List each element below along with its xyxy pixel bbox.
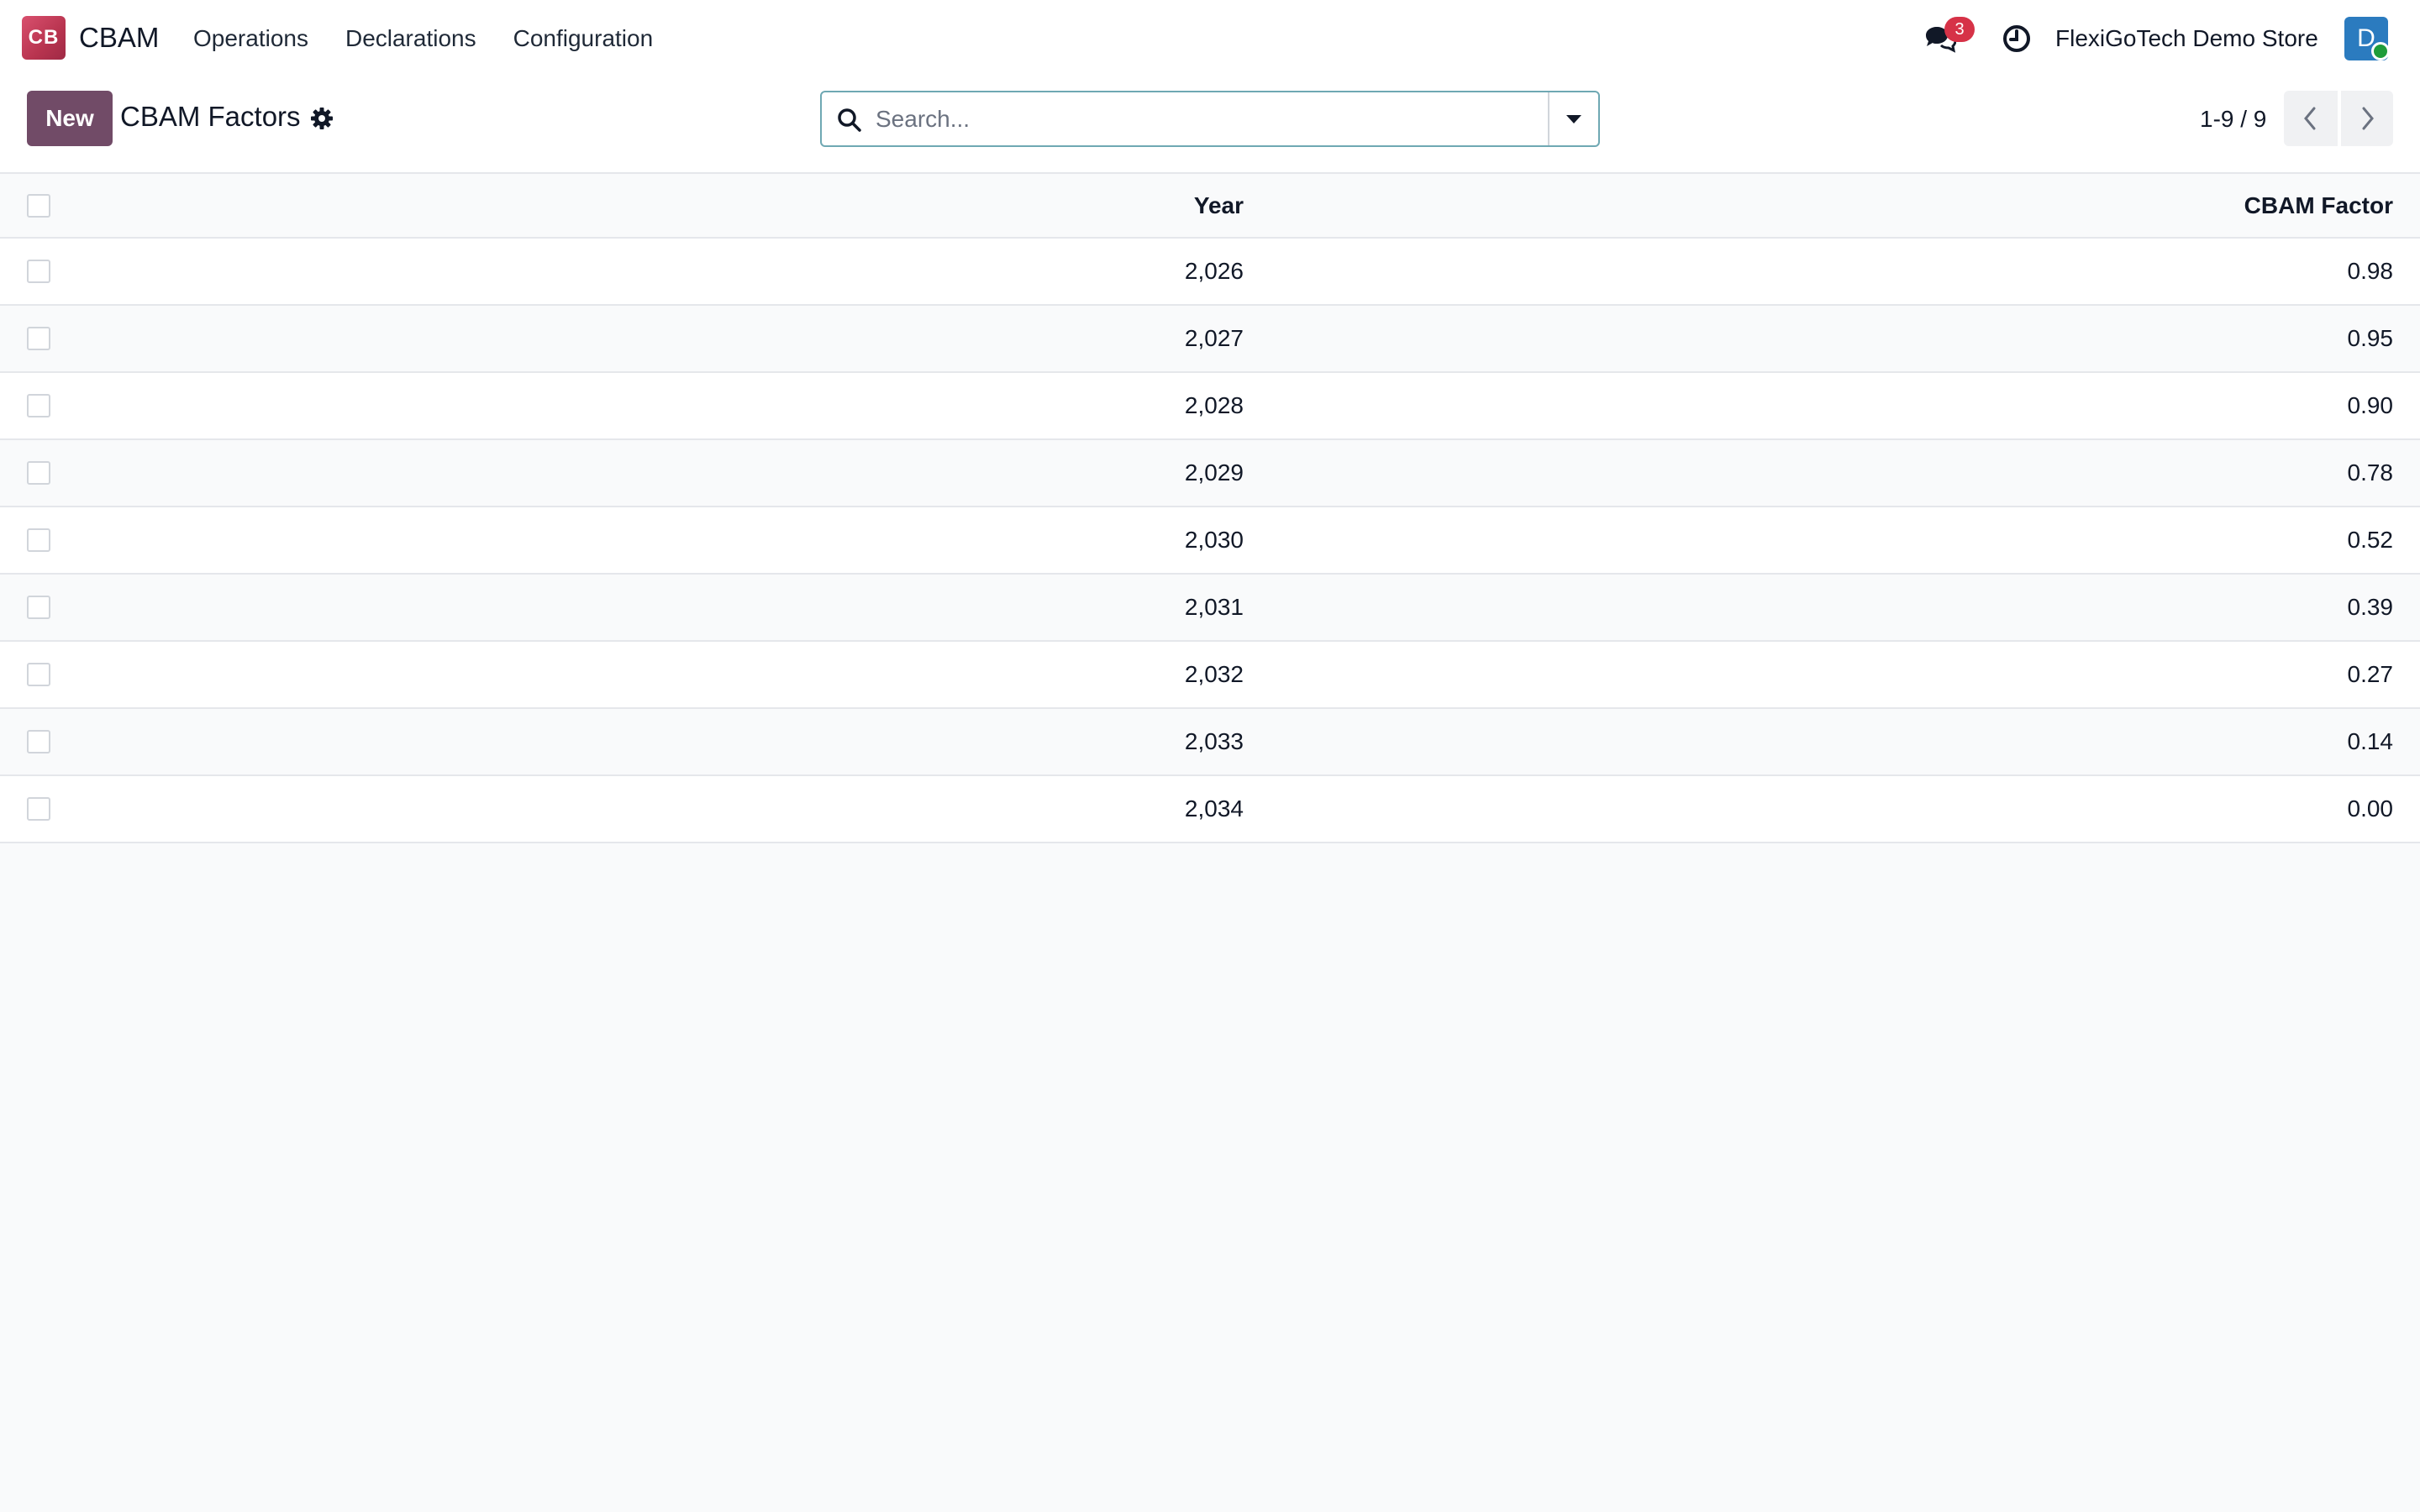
row-select-cell — [0, 708, 77, 776]
cbam-factor-cell[interactable]: 0.14 — [1244, 708, 2420, 776]
cbam-factor-cell[interactable]: 0.52 — [1244, 507, 2420, 575]
table-row[interactable]: 2,034 0.00 — [0, 775, 2420, 843]
cbam-factor-cell[interactable]: 0.95 — [1244, 305, 2420, 373]
year-cell[interactable]: 2,029 — [77, 439, 1244, 507]
search-bar — [820, 91, 1600, 147]
cbam-factor-cell[interactable]: 0.98 — [1244, 238, 2420, 306]
app-logo[interactable]: CB — [22, 16, 66, 60]
table-row[interactable]: 2,030 0.52 — [0, 507, 2420, 575]
row-checkbox[interactable] — [27, 327, 50, 350]
column-header-cbam-factor[interactable]: CBAM Factor — [1244, 174, 2420, 239]
page-title: CBAM Factors — [120, 101, 301, 132]
company-switcher[interactable]: FlexiGoTech Demo Store — [2055, 25, 2318, 52]
row-checkbox[interactable] — [27, 394, 50, 417]
cbam-factor-cell[interactable]: 0.90 — [1244, 372, 2420, 440]
year-cell[interactable]: 2,034 — [77, 775, 1244, 843]
gear-icon[interactable] — [309, 106, 334, 131]
main-menu: Operations Declarations Configuration — [193, 25, 690, 52]
table-header-row: Year CBAM Factor — [0, 174, 2420, 239]
menu-item-configuration[interactable]: Configuration — [513, 25, 654, 52]
new-button[interactable]: New — [27, 91, 113, 146]
messages-count-badge: 3 — [1944, 17, 1975, 42]
row-select-cell — [0, 641, 77, 709]
row-checkbox[interactable] — [27, 461, 50, 485]
year-cell[interactable]: 2,033 — [77, 708, 1244, 776]
menu-item-operations[interactable]: Operations — [193, 25, 308, 52]
year-cell[interactable]: 2,026 — [77, 238, 1244, 306]
select-all-cell — [0, 174, 77, 239]
row-select-cell — [0, 775, 77, 843]
row-select-cell — [0, 238, 77, 306]
pager-value[interactable]: 1-9 / 9 — [2200, 106, 2266, 133]
table-row[interactable]: 2,027 0.95 — [0, 305, 2420, 373]
row-checkbox[interactable] — [27, 528, 50, 552]
cbam-factor-cell[interactable]: 0.00 — [1244, 775, 2420, 843]
caret-down-icon — [1566, 114, 1581, 123]
table-row[interactable]: 2,033 0.14 — [0, 708, 2420, 776]
row-checkbox[interactable] — [27, 797, 50, 821]
app-name[interactable]: CBAM — [79, 22, 159, 54]
control-panel: New CBAM Factors 1-9 / 9 — [0, 77, 2420, 174]
row-checkbox[interactable] — [27, 596, 50, 619]
search-icon — [838, 108, 861, 132]
online-status-dot — [2371, 42, 2390, 60]
cbam-factor-cell[interactable]: 0.78 — [1244, 439, 2420, 507]
row-checkbox[interactable] — [27, 663, 50, 686]
select-all-checkbox[interactable] — [27, 193, 50, 218]
row-checkbox[interactable] — [27, 730, 50, 753]
table-row[interactable]: 2,032 0.27 — [0, 641, 2420, 709]
year-cell[interactable]: 2,032 — [77, 641, 1244, 709]
year-cell[interactable]: 2,028 — [77, 372, 1244, 440]
column-header-year[interactable]: Year — [77, 174, 1244, 239]
search-input[interactable] — [876, 99, 1523, 139]
search-options-toggle[interactable] — [1548, 92, 1598, 145]
chevron-right-icon — [2362, 107, 2374, 130]
year-cell[interactable]: 2,027 — [77, 305, 1244, 373]
row-select-cell — [0, 439, 77, 507]
row-checkbox[interactable] — [27, 260, 50, 283]
row-select-cell — [0, 305, 77, 373]
year-cell[interactable]: 2,030 — [77, 507, 1244, 575]
row-select-cell — [0, 507, 77, 575]
menu-item-declarations[interactable]: Declarations — [345, 25, 476, 52]
table-row[interactable]: 2,026 0.98 — [0, 238, 2420, 306]
pager-next-button[interactable] — [2339, 91, 2393, 146]
chevron-left-icon — [2304, 107, 2316, 130]
activity-clock-icon[interactable] — [2002, 24, 2032, 54]
row-select-cell — [0, 372, 77, 440]
year-cell[interactable]: 2,031 — [77, 574, 1244, 642]
table-row[interactable]: 2,029 0.78 — [0, 439, 2420, 507]
top-navbar: CB CBAM Operations Declarations Configur… — [0, 0, 2420, 77]
row-select-cell — [0, 574, 77, 642]
cbam-factors-table: Year CBAM Factor 2,026 0.98 2,027 0.95 2… — [0, 174, 2420, 843]
table-row[interactable]: 2,028 0.90 — [0, 372, 2420, 440]
pager-previous-button[interactable] — [2284, 91, 2338, 146]
cbam-factor-cell[interactable]: 0.39 — [1244, 574, 2420, 642]
cbam-factor-cell[interactable]: 0.27 — [1244, 641, 2420, 709]
table-row[interactable]: 2,031 0.39 — [0, 574, 2420, 642]
